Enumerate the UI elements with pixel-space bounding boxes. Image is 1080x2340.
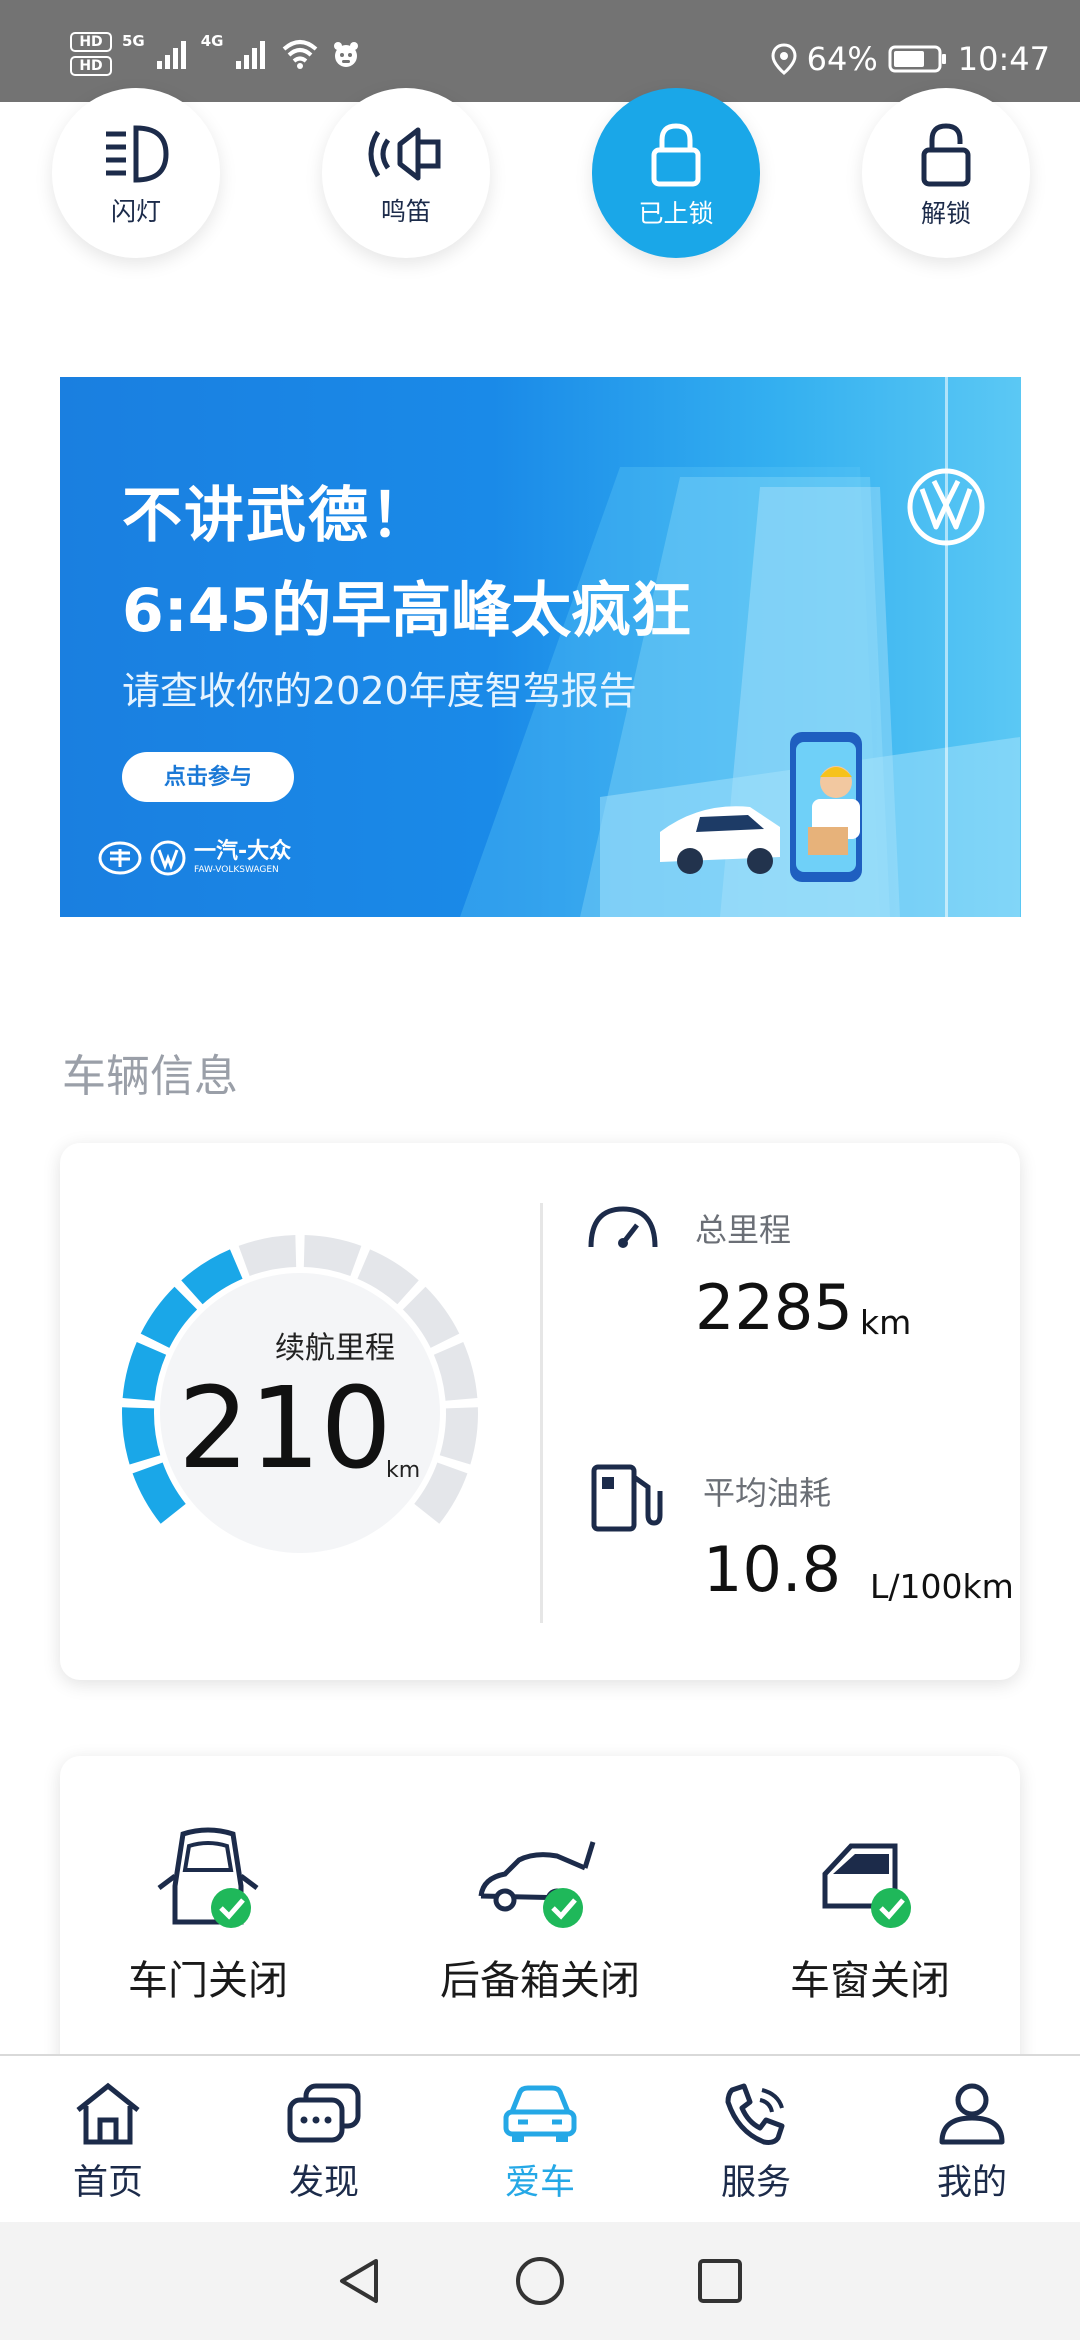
fuel-consumption-unit: L/100km bbox=[870, 1567, 1014, 1606]
odometer-label: 总里程 bbox=[695, 1211, 792, 1249]
locked-button[interactable]: 已上锁 bbox=[592, 88, 760, 258]
fuel-pump-icon bbox=[591, 1464, 663, 1532]
headlight-icon bbox=[106, 125, 169, 183]
vehicle-info-title: 车辆信息 bbox=[62, 1051, 238, 1102]
bottom-nav: 首页 发现 爱车 服务 我的 bbox=[0, 2054, 1080, 2222]
locked-label: 已上锁 bbox=[638, 199, 714, 228]
brand-logo: 一汽-大众 FAW-VOLKSWAGEN bbox=[98, 840, 291, 876]
back-icon[interactable] bbox=[336, 2255, 384, 2307]
nav-home[interactable]: 首页 bbox=[0, 2056, 216, 2222]
hd-indicator: HD HD bbox=[70, 32, 112, 76]
chat-bubbles-icon bbox=[287, 2083, 361, 2143]
banner-subtitle: 请查收你的2020年度智驾报告 bbox=[122, 669, 637, 713]
horn-label: 鸣笛 bbox=[380, 197, 431, 226]
car-window-icon bbox=[822, 1843, 911, 1928]
network-5g-label: 5G bbox=[122, 32, 145, 50]
gauge-segment-empty bbox=[238, 1235, 297, 1276]
unlock-button[interactable]: 解锁 bbox=[862, 88, 1030, 258]
nav-service-label: 服务 bbox=[720, 2163, 791, 2203]
range-label: 续航里程 bbox=[275, 1331, 395, 1366]
home-circle-icon[interactable] bbox=[514, 2255, 566, 2307]
banner-headline-1: 不讲武德！ bbox=[122, 481, 432, 551]
brand-name-block: 一汽-大众 FAW-VOLKSWAGEN bbox=[194, 841, 291, 875]
network-4g-label: 4G bbox=[200, 32, 224, 50]
nav-discover[interactable]: 发现 bbox=[216, 2056, 432, 2222]
fuel-consumption-label: 平均油耗 bbox=[703, 1474, 832, 1512]
nav-my-car[interactable]: 爱车 bbox=[432, 2056, 648, 2222]
home-icon bbox=[76, 2082, 140, 2145]
hd-label-2: HD bbox=[70, 56, 112, 76]
system-nav-bar bbox=[0, 2222, 1080, 2340]
banner-headline-2: 6:45的早高峰太疯狂 bbox=[122, 576, 692, 646]
odometer-value: 2285 bbox=[695, 1271, 853, 1344]
profile-icon bbox=[939, 2083, 1005, 2145]
vw-small-logo-icon bbox=[150, 840, 186, 876]
battery-icon bbox=[888, 45, 946, 73]
flash-lights-label: 闪灯 bbox=[110, 197, 161, 226]
status-bar: HD HD 5G 4G 64% 10:47 bbox=[0, 0, 1080, 102]
wifi-icon bbox=[282, 40, 317, 69]
odometer-unit: km bbox=[860, 1303, 912, 1342]
horn-button[interactable]: 鸣笛 bbox=[322, 88, 490, 258]
gauge-segment-empty bbox=[303, 1235, 362, 1276]
banner-divider-line bbox=[945, 377, 948, 917]
trunk-icon bbox=[478, 1841, 596, 1928]
status-bar-left: HD HD 5G 4G bbox=[70, 32, 362, 76]
info-divider bbox=[540, 1203, 543, 1623]
nav-service[interactable]: 服务 bbox=[648, 2056, 864, 2222]
mascot-notification-icon bbox=[333, 42, 358, 67]
car-icon bbox=[503, 2085, 577, 2142]
gauge-segment-empty bbox=[439, 1407, 478, 1465]
flash-lights-button[interactable]: 闪灯 bbox=[52, 88, 220, 258]
app-screen: HD HD 5G 4G 64% 10:47 闪灯 鸣笛 已上锁 解锁 不讲武德！… bbox=[0, 0, 1080, 2340]
unlock-icon bbox=[921, 123, 971, 187]
range-unit: km bbox=[386, 1458, 421, 1483]
clock: 10:47 bbox=[957, 40, 1050, 78]
gauge-segment-filled bbox=[122, 1342, 167, 1401]
vehicle-info-card: 续航里程 210 km 总里程 2285 km 平均油耗 10.8 L/100k… bbox=[60, 1143, 1020, 1680]
signal-icon-2 bbox=[235, 41, 265, 69]
nav-profile-label: 我的 bbox=[936, 2163, 1007, 2203]
gauge-segment-filled bbox=[122, 1407, 161, 1465]
trunk-status-label: 后备箱关闭 bbox=[440, 1958, 640, 2004]
status-bar-right: 64% 10:47 bbox=[771, 40, 1050, 78]
fuel-consumption-value: 10.8 bbox=[703, 1533, 842, 1606]
promo-banner[interactable]: 不讲武德！ 6:45的早高峰太疯狂 请查收你的2020年度智驾报告 点击参与 一… bbox=[60, 377, 1021, 917]
nav-home-label: 首页 bbox=[72, 2163, 143, 2203]
window-status[interactable]: 车窗关闭 bbox=[740, 1826, 1000, 2006]
nav-profile[interactable]: 我的 bbox=[864, 2056, 1080, 2222]
car-door-icon bbox=[157, 1827, 259, 1928]
signal-icon bbox=[156, 41, 186, 69]
lock-icon bbox=[651, 123, 701, 187]
nav-my-car-label: 爱车 bbox=[504, 2163, 575, 2203]
horn-icon bbox=[368, 127, 441, 181]
door-status-label: 车门关闭 bbox=[128, 1958, 288, 2004]
hd-label-1: HD bbox=[70, 32, 112, 52]
trunk-status[interactable]: 后备箱关闭 bbox=[410, 1826, 670, 2006]
brand-sub: FAW-VOLKSWAGEN bbox=[194, 865, 279, 875]
unlock-label: 解锁 bbox=[920, 199, 971, 228]
battery-percent: 64% bbox=[806, 40, 878, 78]
phone-icon bbox=[725, 2083, 785, 2145]
recents-icon[interactable] bbox=[696, 2257, 744, 2305]
range-value: 210 bbox=[178, 1364, 392, 1494]
banner-participate-button[interactable]: 点击参与 bbox=[122, 752, 294, 802]
brand-name: 一汽-大众 bbox=[194, 839, 292, 864]
speedometer-icon bbox=[588, 1206, 658, 1248]
door-status[interactable]: 车门关闭 bbox=[78, 1826, 338, 2006]
faw-logo-icon bbox=[98, 841, 142, 875]
gauge-segment-empty bbox=[433, 1342, 478, 1401]
window-status-label: 车窗关闭 bbox=[790, 1958, 950, 2004]
location-icon bbox=[771, 43, 797, 75]
vw-logo-icon bbox=[907, 468, 985, 546]
nav-discover-label: 发现 bbox=[288, 2163, 359, 2203]
